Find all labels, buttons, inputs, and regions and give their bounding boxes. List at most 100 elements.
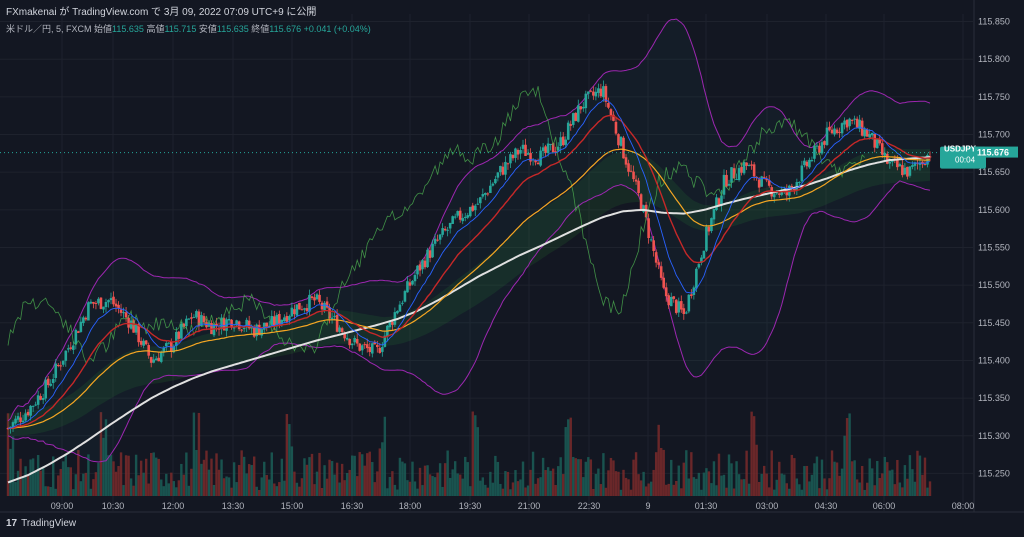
volume-bar xyxy=(649,481,653,496)
volume-bar xyxy=(92,479,95,496)
tradingview-footer[interactable]: 17 TradingView xyxy=(6,518,76,529)
volume-bar xyxy=(526,485,530,496)
volume-bar xyxy=(456,473,459,496)
candle-body xyxy=(456,211,459,216)
price-chart[interactable]: 115.850 115.800 115.750 115.700 115.650 115.6… xyxy=(0,0,1024,537)
volume-bar xyxy=(481,477,485,496)
candle-body xyxy=(338,327,341,332)
candle-body xyxy=(619,136,623,146)
volume-bar xyxy=(906,478,909,496)
y-tick-label: 115.350 xyxy=(978,393,1010,403)
volume-bar xyxy=(835,462,839,496)
candle-body xyxy=(122,312,125,314)
volume-bar xyxy=(888,470,892,496)
volume-bar xyxy=(818,488,821,496)
candle-body xyxy=(632,171,635,180)
volume-bar xyxy=(114,471,118,496)
volume-bar xyxy=(604,487,608,496)
volume-bar xyxy=(670,459,673,496)
volume-bar xyxy=(752,416,756,496)
candle-body xyxy=(865,129,869,137)
candle-body xyxy=(883,152,887,156)
candle-body xyxy=(536,162,540,165)
candle-body xyxy=(448,222,452,229)
volume-bar xyxy=(619,489,623,496)
candle-body xyxy=(637,180,640,194)
x-tick-label: 18:00 xyxy=(399,501,422,511)
candle-body xyxy=(34,404,37,406)
volume-bar xyxy=(139,460,143,496)
volume-bar xyxy=(255,486,258,496)
candle-body xyxy=(885,153,889,164)
volume-bar xyxy=(614,471,618,496)
volume-bar xyxy=(868,458,871,496)
volume-bar xyxy=(288,424,291,496)
candle-body xyxy=(300,309,304,311)
volume-bar xyxy=(491,482,495,496)
volume-bar xyxy=(295,482,299,496)
candle-body xyxy=(484,192,487,195)
volume-bar xyxy=(737,474,741,496)
x-tick-label: 06:00 xyxy=(873,501,896,511)
volume-bar xyxy=(107,455,110,496)
candle-body xyxy=(840,123,844,134)
volume-bar xyxy=(197,412,201,496)
candle-body xyxy=(411,280,414,285)
volume-bar xyxy=(760,473,763,496)
volume-bar xyxy=(647,483,650,496)
candle-body xyxy=(722,174,726,195)
candle-body xyxy=(923,164,927,166)
candle-body xyxy=(750,164,753,166)
price-axis: 115.850 115.800 115.750 115.700 115.650 115.6… xyxy=(978,17,1010,479)
symbol-name[interactable]: 米ドル／円, 5, FXCM xyxy=(6,24,92,34)
volume-bar xyxy=(692,477,696,496)
close-value: 115.676 xyxy=(269,24,302,34)
candle-body xyxy=(760,176,763,187)
candle-body xyxy=(363,344,367,346)
volume-bar xyxy=(152,452,155,496)
candle-body xyxy=(679,301,683,310)
candle-body xyxy=(825,127,829,145)
volume-bar xyxy=(14,481,17,496)
candle-body xyxy=(77,331,80,333)
volume-bar xyxy=(574,458,577,496)
volume-bar xyxy=(237,464,241,496)
candle-body xyxy=(102,306,105,310)
volume-bar xyxy=(87,454,90,496)
candle-body xyxy=(659,266,663,278)
volume-bar xyxy=(335,462,339,496)
volume-bar xyxy=(431,476,434,496)
candle-body xyxy=(468,206,472,217)
candle-body xyxy=(491,183,495,186)
candle-body xyxy=(639,194,643,211)
volume-bar xyxy=(328,459,331,496)
volume-bar xyxy=(840,468,844,496)
bollinger-bands xyxy=(7,18,931,463)
candle-body xyxy=(725,174,728,187)
candle-body xyxy=(634,179,638,182)
candle-body xyxy=(772,194,776,198)
volume-bar xyxy=(29,459,32,496)
candle-body xyxy=(56,364,60,366)
candle-body xyxy=(855,118,859,128)
volume-bar xyxy=(416,488,419,496)
candle-body xyxy=(901,165,904,176)
volume-bar xyxy=(210,458,213,496)
volume-bar xyxy=(240,450,243,496)
volume-bar xyxy=(448,477,452,496)
candle-body xyxy=(514,148,517,158)
candle-body xyxy=(569,124,573,126)
volume-bar xyxy=(720,475,723,496)
volume-bar xyxy=(285,414,289,496)
volume-bar xyxy=(778,461,781,496)
candle-body xyxy=(906,166,909,177)
volume-bar xyxy=(109,454,113,496)
volume-bar xyxy=(69,467,73,496)
candle-body xyxy=(313,297,316,301)
x-tick-label: 22:30 xyxy=(578,501,601,511)
volume-bar xyxy=(511,482,515,496)
y-tick-label: 115.400 xyxy=(978,355,1010,365)
candle-body xyxy=(403,291,407,302)
bollinger-fill xyxy=(8,19,930,462)
candle-body xyxy=(652,240,655,251)
